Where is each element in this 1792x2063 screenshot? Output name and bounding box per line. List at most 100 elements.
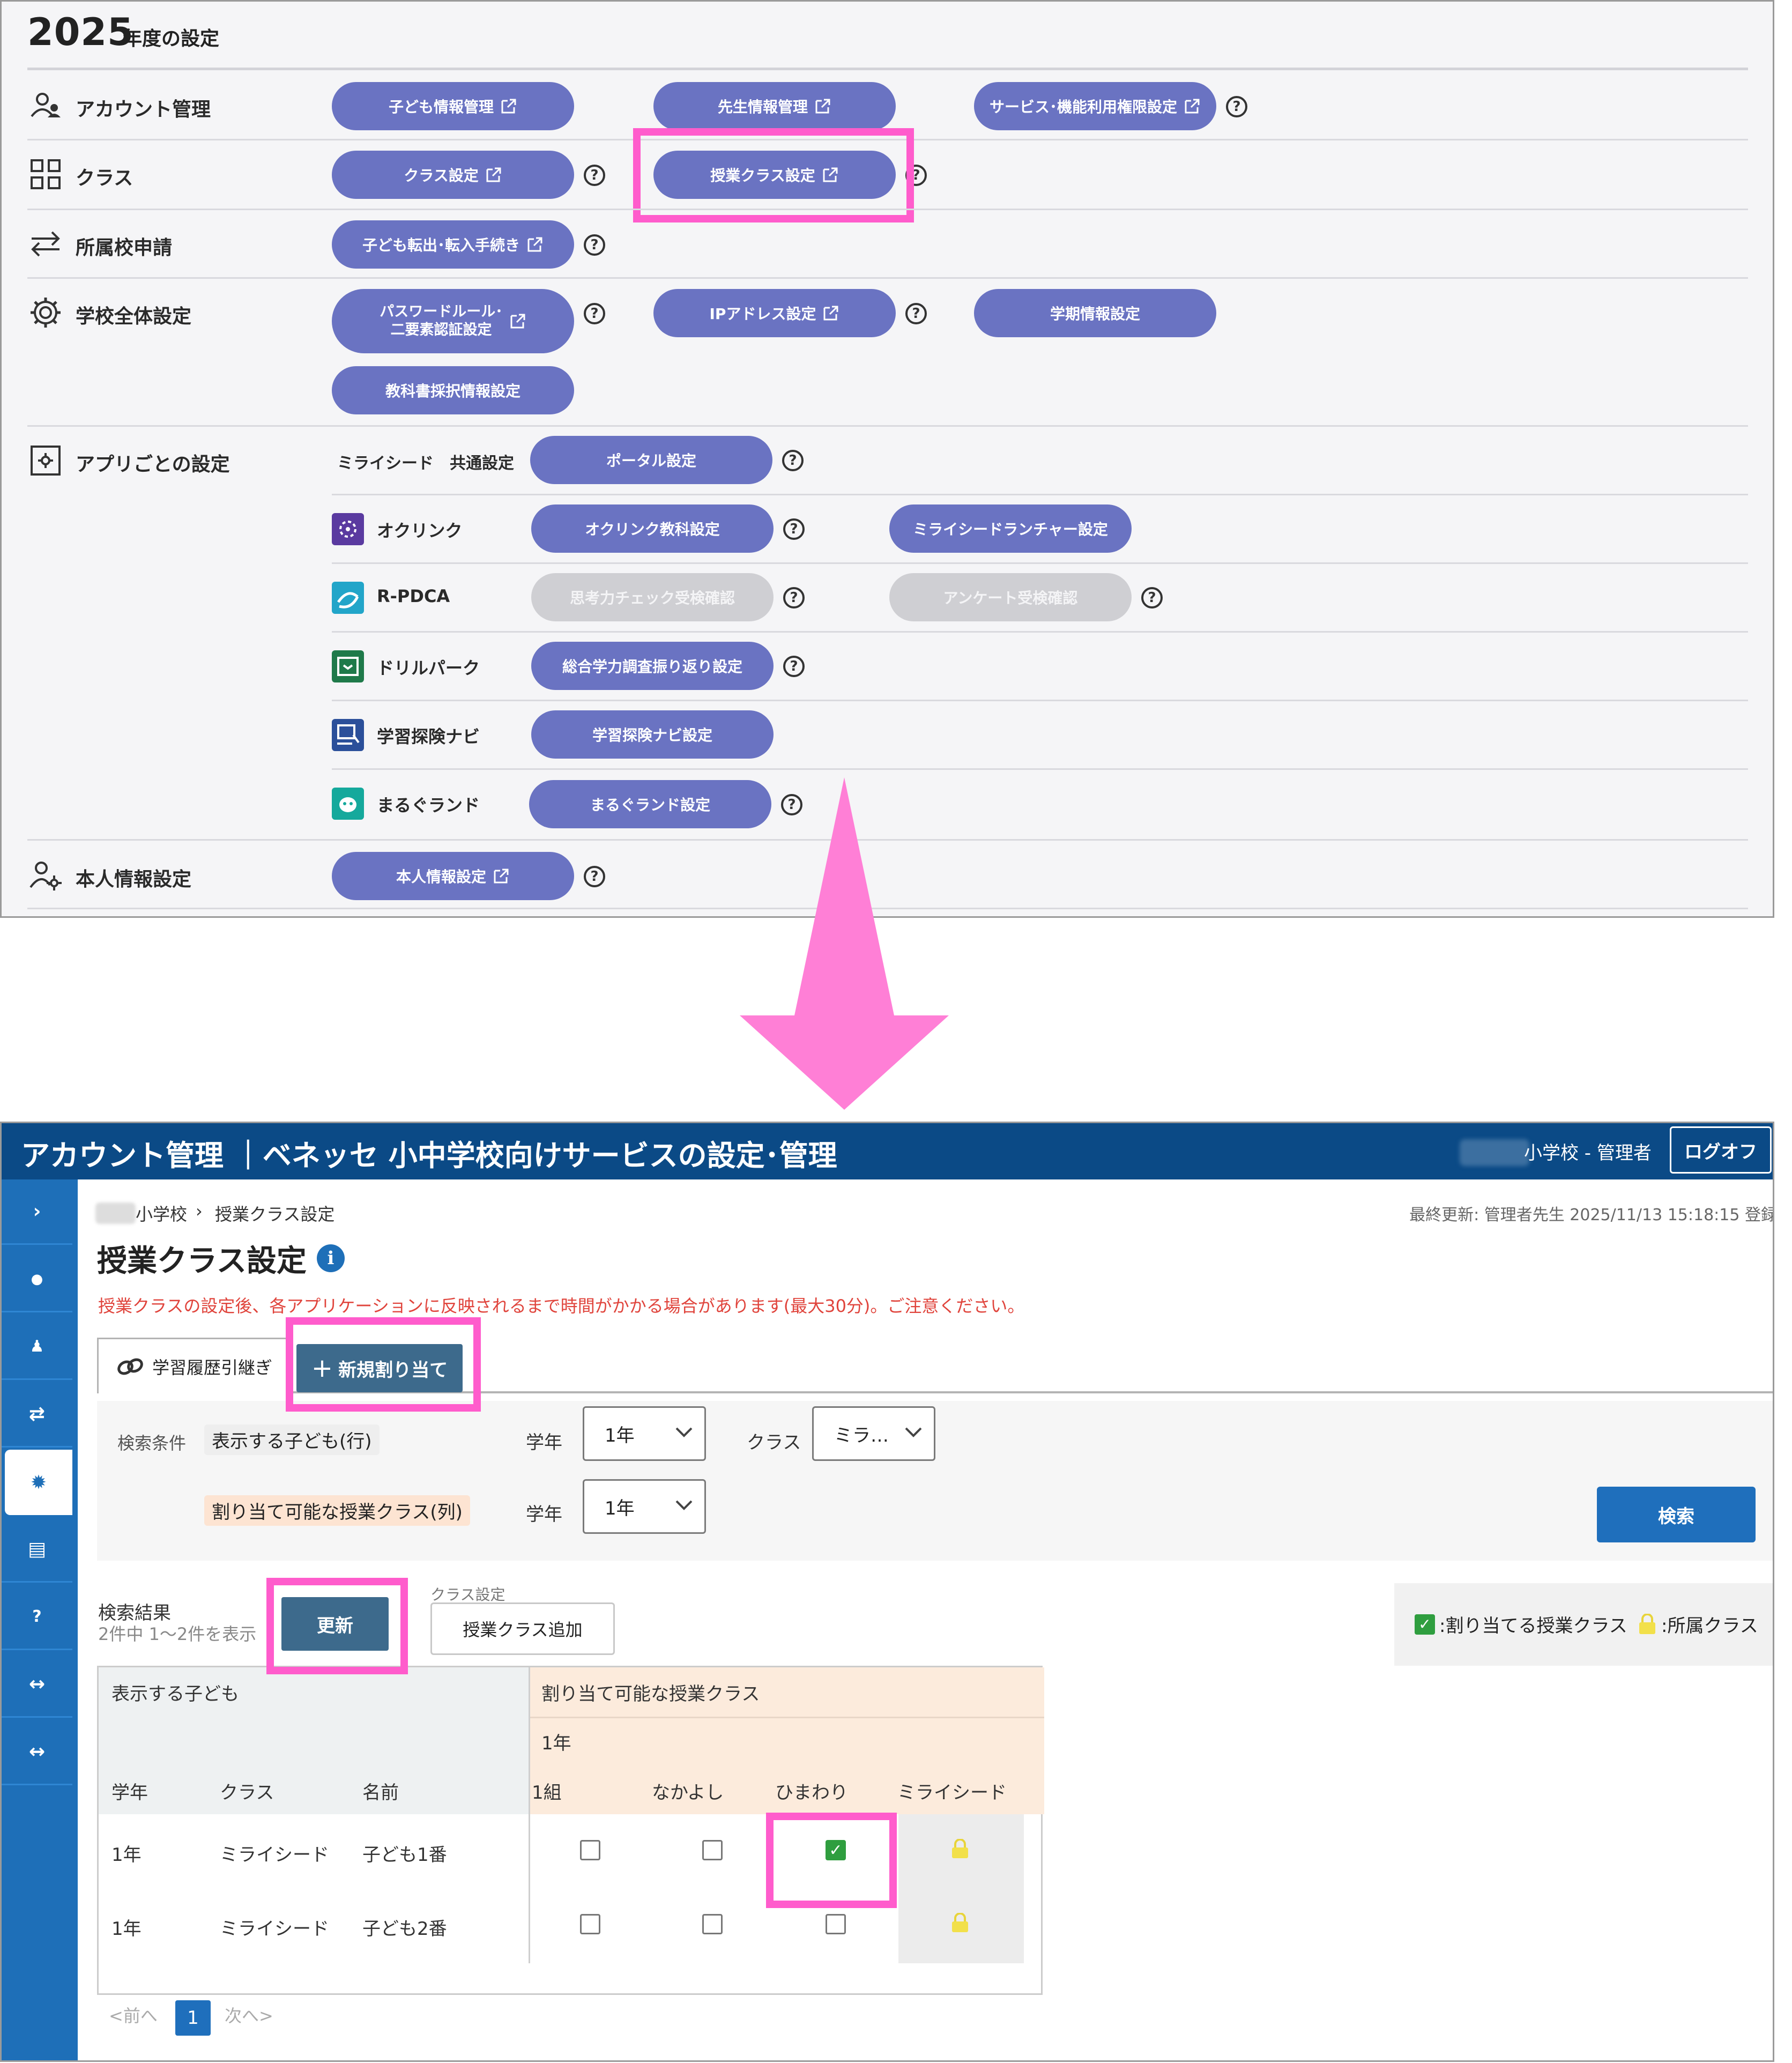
pager-page-1[interactable]: 1 <box>175 2000 211 2036</box>
transfer-nav-icon[interactable]: ⇄ <box>2 1382 72 1448</box>
divider <box>27 68 1748 70</box>
grade-group-label: 1年 <box>541 1733 571 1754</box>
pager-prev[interactable]: <前へ <box>109 2002 158 2027</box>
rpdca-app-icon <box>332 582 364 614</box>
grade-label: 学年 <box>526 1504 562 1525</box>
divider <box>27 425 1748 427</box>
divider <box>332 631 1748 633</box>
results-count: 2件中 1～2件を表示 <box>98 1624 257 1644</box>
section-class-label: クラス <box>76 167 133 189</box>
profile-settings-button[interactable]: 本人情報設定 <box>332 852 574 900</box>
class-select[interactable]: ミラ… <box>812 1406 935 1461</box>
side-navigation: › ● ♟ ⇄ ✹ ▤ ? ↔ ↔ <box>2 1179 78 2060</box>
profile-settings-icon <box>29 862 62 890</box>
gear-nav-icon[interactable]: ✹ <box>5 1450 72 1515</box>
app-name-label: オクリンク <box>377 521 463 541</box>
external-link-icon <box>822 305 839 322</box>
external-link-icon <box>526 236 544 253</box>
help-icon[interactable]: ? <box>783 518 805 540</box>
oculink-subject-button[interactable]: オクリンク教科設定 <box>531 504 774 553</box>
common-settings-label: ミライシード 共通設定 <box>337 454 514 473</box>
divider <box>332 768 1748 770</box>
page-title: 授業クラス設定 <box>97 1244 307 1279</box>
breadcrumb-school[interactable]: 小学校 <box>136 1201 187 1226</box>
grade-select-row[interactable]: 1年 <box>583 1406 706 1461</box>
assign-checkbox[interactable] <box>702 1914 723 1934</box>
info-icon[interactable]: i <box>317 1244 345 1272</box>
chevron-down-icon <box>675 1500 693 1510</box>
swap-nav-icon[interactable]: ↔ <box>2 1720 72 1785</box>
cell-name: 子ども1番 <box>362 1844 447 1866</box>
ip-address-button[interactable]: IPアドレス設定 <box>653 289 896 337</box>
textbook-info-button[interactable]: 教科書採択情報設定 <box>332 366 574 414</box>
cell-grade: 1年 <box>111 1844 142 1866</box>
lock-icon <box>952 1839 968 1858</box>
swap-nav-icon[interactable]: ↔ <box>2 1652 72 1718</box>
survey-check-button: アンケート受検確認 <box>889 573 1132 621</box>
tab-history-transfer[interactable]: 学習履歴引継ぎ <box>97 1338 291 1393</box>
legend-assign: ✓ :割り当てる授業クラス <box>1415 1611 1627 1637</box>
logoff-button[interactable]: ログオフ <box>1670 1126 1772 1174</box>
app-name-label: R-PDCA <box>377 586 450 606</box>
check-icon: ✓ <box>1415 1614 1435 1635</box>
left-header-label: 表示する子ども <box>111 1683 239 1705</box>
help-icon[interactable]: ? <box>1141 587 1163 608</box>
assignment-table: 表示する子ども 割り当て可能な授業クラス 1年 学年 クラス 名前 1組 なかよ… <box>97 1666 1044 1995</box>
external-link-icon <box>493 867 510 885</box>
help-icon[interactable]: ? <box>584 234 605 256</box>
password-rule-button[interactable]: パスワードルール･ 二要素認証設定 <box>332 289 574 353</box>
help-nav-icon[interactable]: ? <box>2 1585 72 1650</box>
search-condition-label: 検索条件 <box>117 1433 187 1453</box>
teacher-nav-icon[interactable]: ● <box>2 1247 72 1312</box>
help-icon[interactable]: ? <box>584 866 605 887</box>
user-label: 小学校 - 管理者 <box>1524 1142 1652 1164</box>
document-nav-icon[interactable]: ▤ <box>2 1517 72 1583</box>
app-title: アカウント管理 ｜ベネッセ 小中学校向けサービスの設定･管理 <box>21 1139 837 1173</box>
assign-checkbox[interactable] <box>580 1914 600 1934</box>
app-name-label: ドリルパーク <box>377 658 480 678</box>
add-lesson-class-button[interactable]: 授業クラス追加 <box>430 1602 615 1655</box>
help-icon[interactable]: ? <box>783 587 805 608</box>
section-transfer-label: 所属校申請 <box>76 237 173 259</box>
pager-next[interactable]: 次へ> <box>225 2002 273 2027</box>
divider <box>27 277 1748 279</box>
child-nav-icon[interactable]: ♟ <box>2 1315 72 1380</box>
cell-class: ミライシード <box>220 1918 329 1940</box>
row-target-chip: 表示する子ども(行) <box>204 1424 380 1455</box>
help-icon[interactable]: ? <box>905 303 927 324</box>
app-header: アカウント管理 ｜ベネッセ 小中学校向けサービスの設定･管理 小学校 - 管理者… <box>2 1123 1773 1179</box>
class-settings-button[interactable]: クラス設定 <box>332 151 574 199</box>
child-info-button[interactable]: 子ども情報管理 <box>332 82 574 130</box>
teacher-info-button[interactable]: 先生情報管理 <box>653 82 896 130</box>
launcher-settings-button[interactable]: ミライシードランチャー設定 <box>889 504 1132 553</box>
help-icon[interactable]: ? <box>783 656 805 677</box>
portal-settings-button[interactable]: ポータル設定 <box>530 436 772 484</box>
thinking-check-button: 思考力チェック受検確認 <box>531 573 774 621</box>
child-transfer-button[interactable]: 子ども転出･転入手続き <box>332 220 574 269</box>
marugu-settings-button[interactable]: まるぐランド設定 <box>529 780 771 828</box>
class-settings-label: クラス設定 <box>430 1586 505 1604</box>
navi-settings-button[interactable]: 学習探険ナビ設定 <box>531 710 774 759</box>
highlight-box <box>766 1813 897 1908</box>
chevron-down-icon <box>905 1427 922 1437</box>
cell-class: ミライシード <box>220 1844 329 1866</box>
help-icon[interactable]: ? <box>584 165 605 186</box>
search-button[interactable]: 検索 <box>1597 1487 1756 1542</box>
grade-label: 学年 <box>526 1432 562 1453</box>
help-icon[interactable]: ? <box>584 303 605 324</box>
cell-name: 子ども2番 <box>362 1918 447 1940</box>
app-settings-icon <box>31 446 61 476</box>
grade-select-column[interactable]: 1年 <box>583 1479 706 1534</box>
assign-checkbox[interactable] <box>580 1840 600 1860</box>
assign-checkbox[interactable] <box>826 1914 846 1934</box>
navi-app-icon <box>332 719 364 751</box>
expand-nav-icon[interactable]: › <box>2 1179 72 1245</box>
assign-checkbox[interactable] <box>702 1840 723 1860</box>
help-icon[interactable]: ? <box>1226 96 1247 117</box>
help-icon[interactable]: ? <box>782 450 804 471</box>
lesson-class-screen: アカウント管理 ｜ベネッセ 小中学校向けサービスの設定･管理 小学校 - 管理者… <box>0 1122 1774 2062</box>
drill-review-button[interactable]: 総合学力調査振り返り設定 <box>531 642 774 690</box>
service-permission-button[interactable]: サービス･機能利用権限設定 <box>974 82 1216 130</box>
blurred-breadcrumb <box>95 1203 136 1224</box>
term-info-button[interactable]: 学期情報設定 <box>974 289 1216 337</box>
